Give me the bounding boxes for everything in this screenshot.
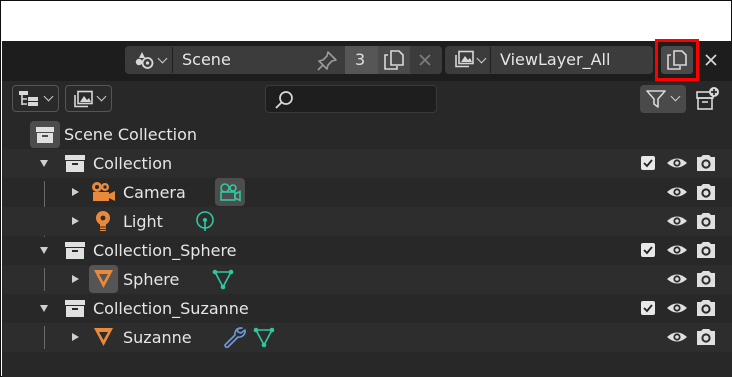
tree-line <box>44 268 45 291</box>
remove-view-layer-button[interactable] <box>699 46 725 74</box>
camera-object-icon <box>92 182 115 201</box>
eye-icon[interactable] <box>666 184 688 200</box>
mesh-object-icon <box>94 328 113 346</box>
scene-users-count[interactable]: 3 <box>345 46 378 74</box>
camera-render-icon[interactable] <box>695 241 717 259</box>
tree-row-suzanne[interactable]: Suzanne <box>3 323 732 352</box>
exclude-checkbox[interactable] <box>641 243 655 257</box>
chevron-down-icon <box>43 91 54 102</box>
eye-icon[interactable] <box>666 271 688 287</box>
checkmark-icon <box>643 304 653 313</box>
camera-data-icon <box>220 183 241 202</box>
tree-row-sphere[interactable]: Sphere <box>3 265 732 294</box>
mesh-data-icon[interactable] <box>212 269 234 290</box>
collection-suzanne-label[interactable]: Collection_Suzanne <box>93 299 249 319</box>
camera-render-icon[interactable] <box>695 154 717 172</box>
view-layer-name-field[interactable]: ViewLayer_All <box>500 50 610 70</box>
scene-collection-icon <box>30 121 60 148</box>
search-icon <box>275 91 293 109</box>
search-input[interactable] <box>265 85 437 113</box>
outliner-panel: Scene Collection Collection Camera Light… <box>2 81 732 377</box>
sphere-object-button[interactable] <box>89 265 118 293</box>
suzanne-label[interactable]: Suzanne <box>123 328 192 348</box>
users-count-label: 3 <box>355 50 366 69</box>
eye-icon[interactable] <box>666 329 688 345</box>
camera-render-icon[interactable] <box>695 299 717 317</box>
scene-selector-icon <box>135 52 154 69</box>
wrench-icon[interactable] <box>222 326 246 348</box>
mesh-data-icon[interactable] <box>253 327 275 348</box>
chevron-down-icon <box>670 91 681 102</box>
close-icon <box>705 54 717 66</box>
collection-label[interactable]: Collection <box>93 154 172 174</box>
exclude-checkbox[interactable] <box>641 301 655 315</box>
divider <box>490 47 491 73</box>
tree-row-light[interactable]: Light <box>3 207 732 236</box>
highlight-box <box>655 39 699 81</box>
tree-line <box>44 326 45 349</box>
collection-sphere-label[interactable]: Collection_Sphere <box>93 241 237 261</box>
divider <box>172 47 173 73</box>
chevron-down-icon <box>96 91 107 102</box>
mesh-object-icon <box>94 270 113 288</box>
duplicate-scene-button[interactable] <box>378 46 410 74</box>
eye-icon[interactable] <box>666 155 688 171</box>
disclosure-triangle-collapsed[interactable] <box>72 275 79 283</box>
eye-icon[interactable] <box>666 300 688 316</box>
light-object-icon <box>96 211 110 231</box>
sphere-label[interactable]: Sphere <box>123 270 179 290</box>
collection-icon <box>65 300 85 317</box>
camera-render-icon[interactable] <box>695 328 717 346</box>
outliner-window: Scene 3 ViewLayer_All Scene Collection C… <box>0 0 732 377</box>
camera-label[interactable]: Camera <box>123 183 186 203</box>
camera-render-icon[interactable] <box>695 270 717 288</box>
checkmark-icon <box>643 246 653 255</box>
view-layer-icon <box>455 50 474 68</box>
funnel-icon <box>646 90 666 108</box>
filter-library-dropdown[interactable] <box>65 85 112 112</box>
tree-row-collection-suzanne[interactable]: Collection_Suzanne <box>3 294 732 323</box>
scene-browse-button[interactable] <box>126 47 172 73</box>
view-layer-icon <box>74 90 93 108</box>
collection-icon <box>65 155 85 172</box>
collection-icon <box>65 242 85 259</box>
filter-dropdown[interactable] <box>640 85 686 113</box>
chevron-down-icon <box>157 53 168 64</box>
light-label[interactable]: Light <box>123 212 163 232</box>
disclosure-triangle-expanded[interactable] <box>40 247 48 254</box>
duplicate-icon <box>384 50 404 70</box>
view-layer-browse-button[interactable] <box>446 47 490 73</box>
disclosure-triangle-collapsed[interactable] <box>72 188 79 196</box>
outliner-display-mode-icon <box>19 91 38 106</box>
display-mode-dropdown[interactable] <box>12 85 59 112</box>
disclosure-triangle-collapsed[interactable] <box>72 333 79 341</box>
tree-row-camera[interactable]: Camera <box>3 178 732 237</box>
eye-icon[interactable] <box>666 213 688 229</box>
outliner-header: Scene 3 ViewLayer_All <box>2 39 732 81</box>
exclude-checkbox[interactable] <box>641 156 655 170</box>
disclosure-triangle-expanded[interactable] <box>40 305 48 312</box>
disclosure-triangle-collapsed[interactable] <box>72 217 79 225</box>
light-data-icon[interactable] <box>195 210 215 232</box>
camera-render-icon[interactable] <box>695 212 717 230</box>
tree-row-collection-sphere[interactable]: Collection_Sphere <box>3 236 732 265</box>
chevron-down-icon <box>476 53 487 64</box>
tree-row-collection[interactable]: Collection <box>3 149 732 178</box>
unlink-scene-button[interactable] <box>410 46 442 74</box>
pin-icon[interactable] <box>316 50 338 72</box>
close-icon <box>419 54 431 66</box>
new-collection-icon <box>696 87 719 110</box>
eye-icon[interactable] <box>666 242 688 258</box>
scene-collection-label[interactable]: Scene Collection <box>64 125 197 145</box>
disclosure-triangle-expanded[interactable] <box>40 160 48 167</box>
checkmark-icon <box>643 159 653 168</box>
camera-data-button[interactable] <box>215 178 245 206</box>
new-collection-button[interactable] <box>694 85 722 113</box>
camera-render-icon[interactable] <box>695 183 717 201</box>
scene-name-field[interactable]: Scene <box>182 50 231 70</box>
